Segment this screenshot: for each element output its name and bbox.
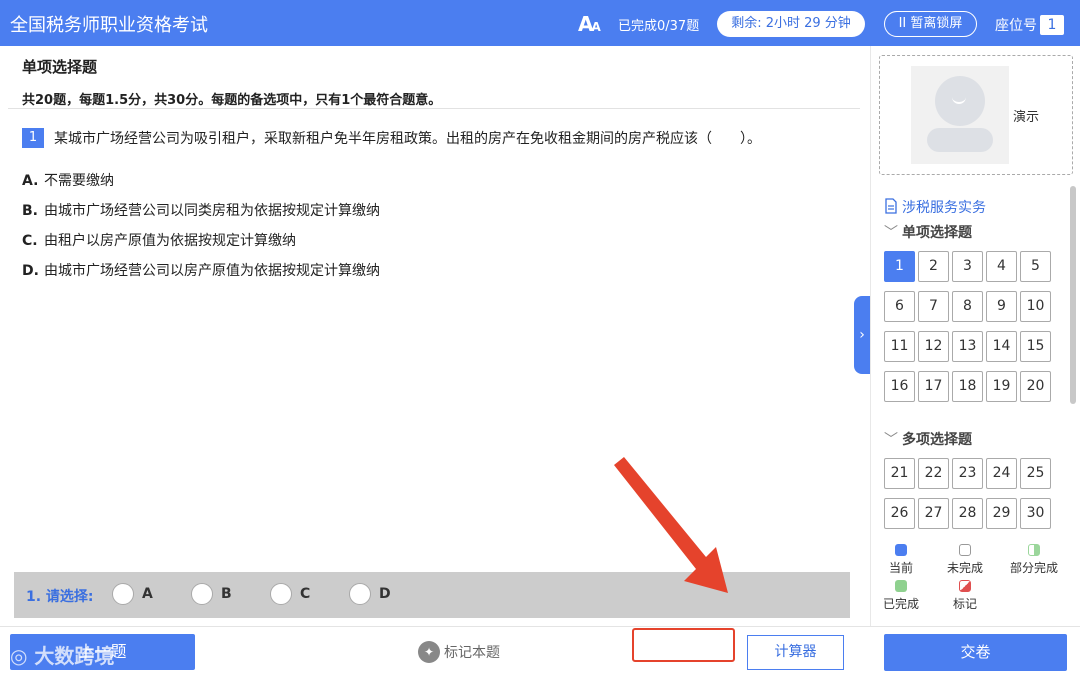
option-a: A. 不需要缴纳	[22, 173, 114, 189]
question-nav-8[interactable]: 8	[952, 291, 983, 322]
calculator-button[interactable]: 计算器	[747, 635, 844, 670]
option-d: D. 由城市广场经营公司以房产原值为依据按规定计算缴纳	[22, 263, 380, 279]
question-nav-2[interactable]: 2	[918, 251, 949, 282]
question-nav-19[interactable]: 19	[986, 371, 1017, 402]
divider	[8, 108, 860, 109]
exam-title: 全国税务师职业资格考试	[10, 15, 208, 36]
question-nav-23[interactable]: 23	[952, 458, 983, 489]
chevron-down-icon: ﹀	[884, 225, 898, 241]
option-b: B. 由城市广场经营公司以同类房租为依据按规定计算缴纳	[22, 203, 380, 219]
red-arrow-annotation	[614, 457, 728, 593]
mark-question-button[interactable]: ✦ 标记本题	[418, 641, 500, 665]
top-bar: 全国税务师职业资格考试 AA 已完成0/37题 剩余: 2小时 29 分钟 II…	[0, 0, 1080, 46]
question-nav-24[interactable]: 24	[986, 458, 1017, 489]
legend-current: 当前	[871, 544, 931, 576]
watermark-logo: ◎ 大数跨境	[10, 644, 115, 668]
submit-button[interactable]: 交卷	[884, 634, 1067, 671]
swatch-undone	[959, 544, 971, 556]
radio-circle[interactable]	[112, 583, 134, 605]
avatar-body	[927, 128, 993, 152]
question-nav-11[interactable]: 11	[884, 331, 915, 362]
question-nav-5[interactable]: 5	[1020, 251, 1051, 282]
question-nav-25[interactable]: 25	[1020, 458, 1051, 489]
radio-circle[interactable]	[191, 583, 213, 605]
time-remaining: 剩余: 2小时 29 分钟	[717, 11, 865, 37]
section-description: 共20题，每题1.5分，共30分。每题的备选项中，只有1个最符合题意。	[22, 93, 442, 108]
group-single-choice[interactable]: ﹀ 单项选择题	[884, 222, 972, 242]
subject-title: 涉税服务实务	[884, 197, 986, 217]
pause-lock-button[interactable]: II 暂离锁屏	[884, 11, 977, 37]
question-nav-14[interactable]: 14	[986, 331, 1017, 362]
swatch-marked	[959, 580, 971, 592]
legend-partial: 部分完成	[1004, 544, 1064, 576]
question-number: 1	[22, 128, 44, 148]
option-c: C. 由租户以房产原值为依据按规定计算缴纳	[22, 233, 296, 249]
question-nav-20[interactable]: 20	[1020, 371, 1051, 402]
pin-icon: ✦	[418, 641, 440, 663]
question-nav-12[interactable]: 12	[918, 331, 949, 362]
side-scrollbar[interactable]	[1070, 186, 1076, 404]
question-nav-3[interactable]: 3	[952, 251, 983, 282]
question-nav-17[interactable]: 17	[918, 371, 949, 402]
question-nav-10[interactable]: 10	[1020, 291, 1051, 322]
question-nav-18[interactable]: 18	[952, 371, 983, 402]
question-nav-29[interactable]: 29	[986, 498, 1017, 529]
question-nav-27[interactable]: 27	[918, 498, 949, 529]
red-highlight-box	[632, 628, 735, 662]
question-nav-7[interactable]: 7	[918, 291, 949, 322]
legend-done: 已完成	[871, 580, 931, 612]
collapse-panel-toggle[interactable]: ›	[854, 296, 870, 374]
legend-undone: 未完成	[935, 544, 995, 576]
question-nav-16[interactable]: 16	[884, 371, 915, 402]
chevron-down-icon: ﹀	[884, 432, 898, 448]
legend-marked: 标记	[935, 580, 995, 612]
swatch-done	[895, 580, 907, 592]
question-nav-13[interactable]: 13	[952, 331, 983, 362]
candidate-name: 演示	[1013, 110, 1040, 125]
avatar	[911, 66, 1009, 164]
seat-label: 座位号	[995, 18, 1037, 34]
section-title: 单项选择题	[22, 58, 98, 76]
question-nav-30[interactable]: 30	[1020, 498, 1051, 529]
question-nav-4[interactable]: 4	[986, 251, 1017, 282]
question-nav-26[interactable]: 26	[884, 498, 915, 529]
group-multi-choice[interactable]: ﹀ 多项选择题	[884, 429, 972, 449]
document-icon	[885, 198, 897, 214]
question-nav-6[interactable]: 6	[884, 291, 915, 322]
question-nav-9[interactable]: 9	[986, 291, 1017, 322]
question-nav-15[interactable]: 15	[1020, 331, 1051, 362]
font-size-icon[interactable]: AA	[578, 12, 601, 36]
question-nav-21[interactable]: 21	[884, 458, 915, 489]
completed-count: 已完成0/37题	[618, 19, 700, 34]
seat-number: 1	[1040, 15, 1064, 35]
question-text: 某城市广场经营公司为吸引租户，采取新租户免半年房租政策。出租的房产在免收租金期间…	[54, 131, 761, 147]
radio-circle[interactable]	[349, 583, 371, 605]
radio-circle[interactable]	[270, 583, 292, 605]
answer-prompt: 1. 请选择:	[26, 589, 94, 605]
question-nav-1[interactable]: 1	[884, 251, 915, 282]
swatch-partial	[1028, 544, 1040, 556]
question-nav-28[interactable]: 28	[952, 498, 983, 529]
question-nav-22[interactable]: 22	[918, 458, 949, 489]
swatch-current	[895, 544, 907, 556]
